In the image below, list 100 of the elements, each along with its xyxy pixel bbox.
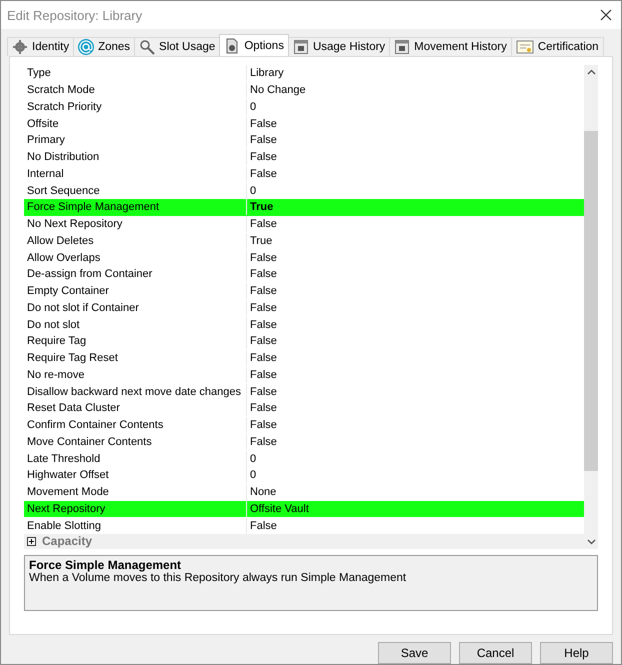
tab[interactable]: Usage History bbox=[288, 37, 390, 56]
property-row[interactable]: Move Container Contents False bbox=[24, 434, 584, 450]
property-value[interactable]: True bbox=[247, 199, 276, 216]
property-value[interactable]: 0 bbox=[247, 182, 260, 199]
property-name: No Distribution bbox=[24, 149, 247, 166]
property-value[interactable]: False bbox=[247, 300, 280, 316]
property-row[interactable]: Force Simple Management True bbox=[24, 199, 584, 216]
property-value[interactable]: False bbox=[247, 417, 280, 434]
property-name: Confirm Container Contents bbox=[24, 417, 247, 434]
property-name: Type bbox=[24, 65, 247, 82]
property-name: Offsite bbox=[24, 116, 247, 132]
property-name: Late Threshold bbox=[24, 450, 247, 467]
category-label: Capacity bbox=[42, 534, 92, 548]
property-row[interactable]: De-assign from Container False bbox=[24, 266, 584, 283]
dialog-button[interactable]: Cancel bbox=[459, 642, 532, 664]
property-row[interactable]: Require Tag False bbox=[24, 333, 584, 350]
property-row[interactable]: No Next Repository False bbox=[24, 216, 584, 232]
property-value[interactable]: None bbox=[247, 484, 280, 500]
property-name: Require Tag bbox=[24, 333, 247, 350]
property-row[interactable]: Movement Mode None bbox=[24, 484, 584, 500]
property-value[interactable]: True bbox=[247, 232, 276, 249]
property-value[interactable]: False bbox=[247, 250, 280, 266]
property-name: Do not slot bbox=[24, 316, 247, 333]
scroll-up-icon[interactable] bbox=[586, 69, 596, 75]
property-value[interactable]: No Change bbox=[247, 82, 309, 98]
property-row[interactable]: Require Tag Reset False bbox=[24, 350, 584, 366]
property-row[interactable]: Internal False bbox=[24, 166, 584, 182]
document-icon bbox=[224, 38, 240, 54]
property-name: Force Simple Management bbox=[24, 199, 247, 216]
property-value[interactable]: False bbox=[247, 366, 280, 383]
property-name: No re-move bbox=[24, 366, 247, 383]
expand-icon[interactable] bbox=[27, 536, 36, 546]
property-name: Next Repository bbox=[24, 500, 247, 517]
property-row[interactable]: Confirm Container Contents False bbox=[24, 416, 584, 434]
scroll-down-icon[interactable] bbox=[586, 539, 596, 545]
property-name: Reset Data Cluster bbox=[24, 400, 247, 416]
window-title: Edit Repository: Library bbox=[7, 8, 142, 22]
tab[interactable]: Slot Usage bbox=[134, 37, 220, 56]
scrollbar-thumb[interactable] bbox=[584, 131, 598, 471]
property-value[interactable]: False bbox=[247, 116, 280, 132]
search-icon bbox=[139, 39, 156, 55]
scrollbar[interactable] bbox=[584, 65, 598, 549]
property-value[interactable]: False bbox=[247, 166, 280, 182]
tab[interactable]: Zones bbox=[73, 37, 136, 56]
tab[interactable]: Identity bbox=[7, 37, 74, 56]
property-name: Internal bbox=[24, 166, 247, 182]
property-value[interactable]: False bbox=[247, 149, 280, 166]
property-value[interactable]: False bbox=[247, 384, 280, 400]
dialog-button[interactable]: Save bbox=[378, 642, 451, 664]
property-value[interactable]: Library bbox=[247, 65, 287, 82]
property-value[interactable]: False bbox=[247, 283, 280, 300]
property-name: De-assign from Container bbox=[24, 266, 247, 282]
description-title: Force Simple Management bbox=[29, 558, 182, 572]
property-row[interactable]: Do not slot False bbox=[24, 316, 584, 333]
property-row[interactable]: Late Threshold 0 bbox=[24, 450, 584, 467]
property-row[interactable]: Allow Deletes True bbox=[24, 232, 584, 250]
property-name: Scratch Mode bbox=[24, 82, 247, 98]
property-value[interactable]: 0 bbox=[247, 467, 260, 484]
property-value[interactable]: False bbox=[247, 132, 280, 148]
property-value[interactable]: False bbox=[247, 350, 280, 366]
certificate-icon bbox=[516, 39, 534, 55]
property-value[interactable]: Offsite Vault bbox=[247, 500, 312, 517]
property-row[interactable]: Highwater Offset 0 bbox=[24, 467, 584, 484]
tab[interactable]: Certification bbox=[510, 37, 604, 56]
property-row[interactable]: Do not slot if Container False bbox=[24, 300, 584, 316]
property-name: Disallow backward next move date changes bbox=[24, 384, 247, 400]
tab[interactable]: Movement History bbox=[389, 37, 512, 56]
property-name: Highwater Offset bbox=[24, 467, 247, 484]
property-row[interactable]: Disallow backward next move date changes False bbox=[24, 383, 584, 400]
property-row[interactable]: Scratch Mode No Change bbox=[24, 82, 584, 98]
property-value[interactable]: False bbox=[247, 216, 280, 232]
property-value[interactable]: 0 bbox=[247, 98, 260, 115]
property-value[interactable]: False bbox=[247, 518, 280, 534]
property-row[interactable]: Empty Container False bbox=[24, 282, 584, 300]
property-row[interactable]: Primary False bbox=[24, 132, 584, 149]
property-name: Empty Container bbox=[24, 283, 247, 300]
close-icon bbox=[600, 9, 612, 21]
property-row[interactable]: Reset Data Cluster False bbox=[24, 400, 584, 417]
property-name: Require Tag Reset bbox=[24, 350, 247, 366]
property-name: Do not slot if Container bbox=[24, 300, 247, 316]
property-name: Movement Mode bbox=[24, 484, 247, 500]
property-row[interactable]: No Distribution False bbox=[24, 148, 584, 166]
tab[interactable]: Options bbox=[219, 34, 289, 56]
property-name: Allow Overlaps bbox=[24, 250, 247, 266]
property-value[interactable]: False bbox=[247, 434, 280, 450]
property-value[interactable]: False bbox=[247, 333, 280, 350]
property-row[interactable]: Allow Overlaps False bbox=[24, 249, 584, 266]
property-name: Allow Deletes bbox=[24, 232, 247, 249]
property-name: Scratch Priority bbox=[24, 98, 247, 115]
dialog-button[interactable]: Help bbox=[540, 642, 613, 664]
property-value[interactable]: False bbox=[247, 400, 280, 416]
property-row[interactable]: Scratch Priority 0 bbox=[24, 98, 584, 116]
property-row[interactable]: Next Repository Offsite Vault bbox=[24, 500, 584, 518]
property-value[interactable]: False bbox=[247, 316, 280, 333]
property-name: Primary bbox=[24, 132, 247, 148]
property-value[interactable]: False bbox=[247, 266, 280, 282]
property-row[interactable]: No re-move False bbox=[24, 366, 584, 384]
property-row[interactable]: Type Library bbox=[24, 65, 584, 82]
property-value[interactable]: 0 bbox=[247, 450, 260, 467]
property-row[interactable]: Offsite False bbox=[24, 115, 584, 132]
